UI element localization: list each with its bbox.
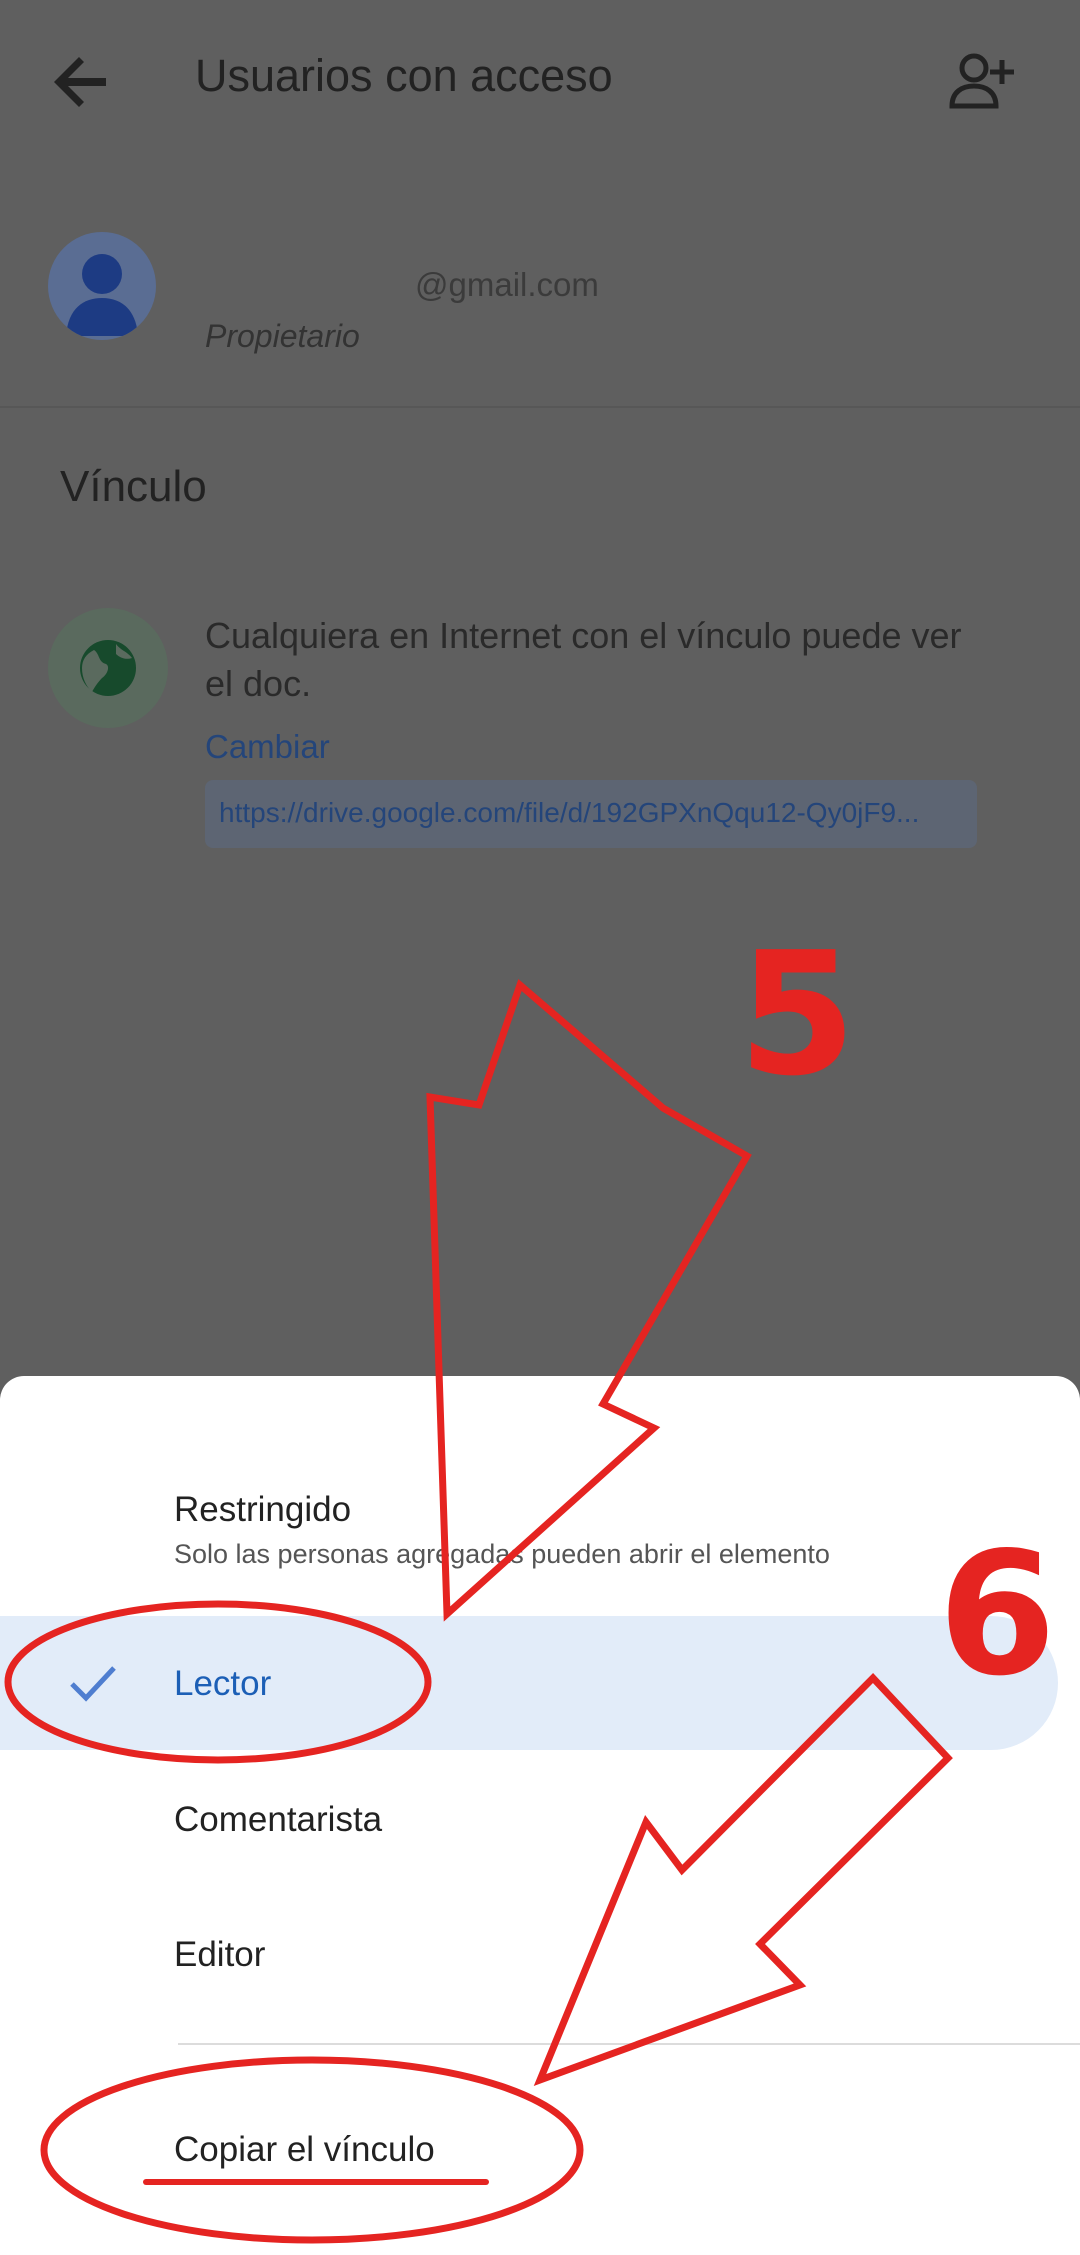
option-restringido[interactable]: Restringido [174, 1490, 351, 1530]
section-divider [0, 406, 1080, 408]
link-access-description: Cualquiera en Internet con el vínculo pu… [205, 615, 962, 704]
step-number-5: 5 [738, 916, 857, 1114]
person-icon [66, 254, 138, 336]
arrow-left-icon [54, 57, 106, 107]
link-section-title: Vínculo [60, 462, 207, 511]
top-app-bar: Usuarios con acceso [0, 0, 1080, 160]
add-people-button[interactable] [940, 40, 1028, 128]
link-url: https://drive.google.com/file/d/192GPXnQ… [219, 797, 920, 828]
globe-icon [80, 640, 136, 696]
option-comentarista[interactable]: Comentarista [174, 1800, 382, 1840]
change-link-access-link[interactable]: Cambiar [205, 728, 330, 766]
back-button[interactable] [40, 38, 128, 126]
person-add-icon [949, 53, 1014, 109]
option-lector[interactable]: Lector [174, 1664, 271, 1704]
option-editor[interactable]: Editor [174, 1935, 265, 1975]
check-icon [70, 1666, 116, 1702]
copy-link-button[interactable]: Copiar el vínculo [174, 2130, 435, 2170]
avatar [48, 232, 156, 340]
sheet-divider [178, 2043, 1080, 2045]
globe-badge [48, 608, 168, 728]
option-lector-row[interactable] [0, 1616, 1058, 1750]
owner-role: Propietario [205, 318, 360, 354]
page-title: Usuarios con acceso [195, 50, 613, 101]
option-restringido-description: Solo las personas agregadas pueden abrir… [174, 1539, 830, 1569]
access-level-bottom-sheet [0, 1376, 1080, 2255]
step-number-6: 6 [938, 1516, 1057, 1714]
owner-email: @gmail.com [415, 266, 599, 303]
link-url-box[interactable]: https://drive.google.com/file/d/192GPXnQ… [205, 780, 977, 848]
